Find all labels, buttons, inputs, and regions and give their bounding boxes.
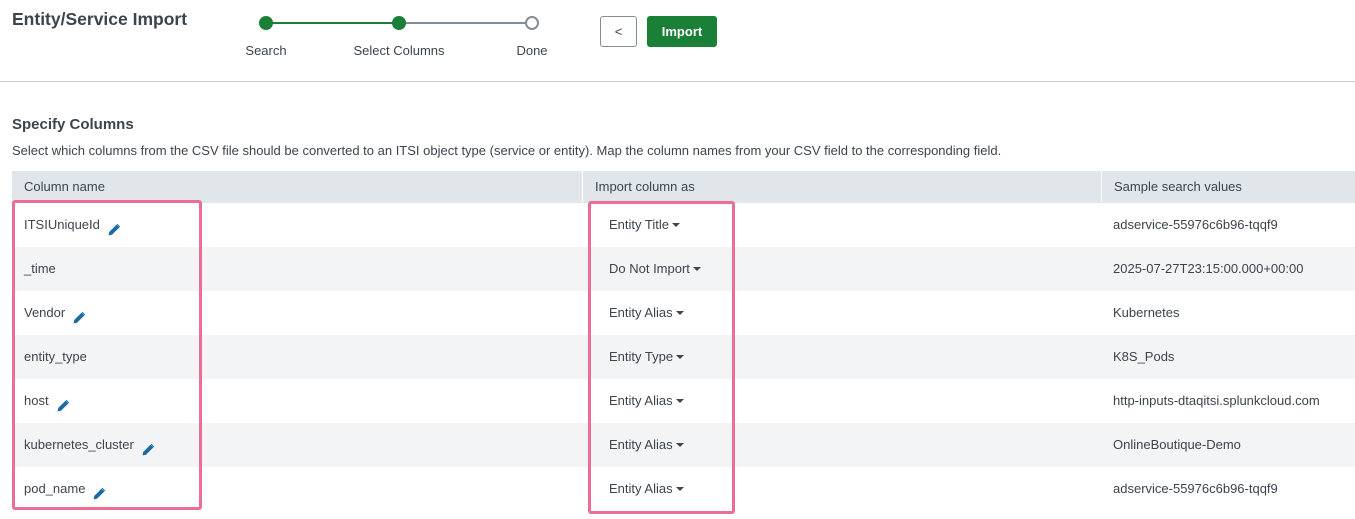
pencil-icon[interactable]	[72, 299, 86, 324]
column-name-cell: ITSIUniqueId	[24, 203, 121, 247]
header-import-column-as[interactable]: Import column as	[595, 171, 695, 203]
import-as-value: Do Not Import	[609, 261, 690, 276]
stepper-progress-line	[266, 22, 399, 24]
column-name-cell: kubernetes_cluster	[24, 423, 155, 467]
column-name-cell: pod_name	[24, 467, 106, 511]
table-body: ITSIUniqueId Entity Title adservice-55976c…	[12, 203, 1355, 511]
import-as-dropdown[interactable]: Do Not Import	[609, 247, 701, 291]
table-row: ITSIUniqueId Entity Title adservice-55976c…	[12, 203, 1355, 247]
table-row: _time Do Not Import 2025-07-27T23:15:00.00…	[12, 247, 1355, 291]
import-as-dropdown[interactable]: Entity Alias	[609, 291, 684, 335]
pencil-icon[interactable]	[141, 431, 155, 456]
page-header: Entity/Service Import Search Select Colu…	[0, 0, 1355, 82]
header-divider	[1101, 171, 1102, 203]
step-select-columns-label: Select Columns	[353, 43, 445, 58]
step-done-dot	[525, 16, 539, 30]
import-button[interactable]: Import	[647, 16, 717, 47]
table-header: Column name Import column as Sample sear…	[12, 171, 1355, 203]
column-name-text: host	[24, 393, 49, 408]
pencil-icon[interactable]	[92, 475, 106, 500]
pencil-icon[interactable]	[107, 211, 121, 236]
column-name-text: Vendor	[24, 305, 66, 320]
import-as-dropdown[interactable]: Entity Title	[609, 203, 680, 247]
table-row: Vendor Entity Alias Kubernetes	[12, 291, 1355, 335]
import-as-value: Entity Title	[609, 217, 669, 232]
caret-down-icon	[671, 222, 680, 227]
column-name-cell: host	[24, 379, 70, 423]
column-name-cell: entity_type	[24, 335, 87, 379]
page-title: Entity/Service Import	[12, 9, 188, 29]
import-as-value: Entity Alias	[609, 305, 673, 320]
header-divider	[582, 171, 583, 203]
import-as-dropdown[interactable]: Entity Alias	[609, 467, 684, 511]
caret-down-icon	[675, 310, 684, 315]
column-name-text: pod_name	[24, 481, 86, 496]
caret-down-icon	[675, 486, 684, 491]
import-as-value: Entity Alias	[609, 393, 673, 408]
sample-value-cell: Kubernetes	[1113, 305, 1180, 320]
column-name-text: kubernetes_cluster	[24, 437, 134, 452]
step-done-label: Done	[516, 43, 548, 58]
section-description: Select which columns from the CSV file s…	[12, 143, 1002, 158]
section-title: Specify Columns	[12, 116, 134, 133]
back-button[interactable]: <	[600, 16, 637, 47]
import-as-dropdown[interactable]: Entity Alias	[609, 379, 684, 423]
sample-value-cell: adservice-55976c6b96-tqqf9	[1113, 481, 1278, 496]
caret-down-icon	[675, 398, 684, 403]
caret-down-icon	[692, 266, 701, 271]
import-as-value: Entity Alias	[609, 437, 673, 452]
step-search-dot	[259, 16, 273, 30]
sample-value-cell: OnlineBoutique-Demo	[1113, 437, 1241, 452]
columns-table: Column name Import column as Sample sear…	[12, 171, 1355, 511]
sample-value-cell: http-inputs-dtaqitsi.splunkcloud.com	[1113, 393, 1320, 408]
sample-value-cell: adservice-55976c6b96-tqqf9	[1113, 217, 1278, 232]
stepper-remaining-line	[399, 22, 532, 24]
sample-value-cell: K8S_Pods	[1113, 349, 1175, 364]
import-as-dropdown[interactable]: Entity Alias	[609, 423, 684, 467]
column-name-cell: _time	[24, 247, 56, 291]
pencil-icon[interactable]	[56, 387, 70, 412]
caret-down-icon	[676, 354, 685, 359]
column-name-text: _time	[24, 261, 56, 276]
step-select-columns-dot	[392, 16, 406, 30]
header-column-name[interactable]: Column name	[24, 171, 105, 203]
column-name-text: entity_type	[24, 349, 87, 364]
table-row: pod_name Entity Alias adservice-55976c6b96…	[12, 467, 1355, 511]
column-name-cell: Vendor	[24, 291, 86, 335]
caret-down-icon	[675, 442, 684, 447]
column-name-text: ITSIUniqueId	[24, 217, 100, 232]
table-row: entity_type Entity Type K8S_Pods	[12, 335, 1355, 379]
header-sample-search-values[interactable]: Sample search values	[1114, 171, 1242, 203]
step-search-label: Search	[245, 43, 287, 58]
table-row: kubernetes_cluster Entity Alias OnlineBout…	[12, 423, 1355, 467]
table-row: host Entity Alias http-inputs-dtaqitsi.spl…	[12, 379, 1355, 423]
import-as-value: Entity Type	[609, 349, 674, 364]
import-as-value: Entity Alias	[609, 481, 673, 496]
import-as-dropdown[interactable]: Entity Type	[609, 335, 685, 379]
sample-value-cell: 2025-07-27T23:15:00.000+00:00	[1113, 261, 1304, 276]
